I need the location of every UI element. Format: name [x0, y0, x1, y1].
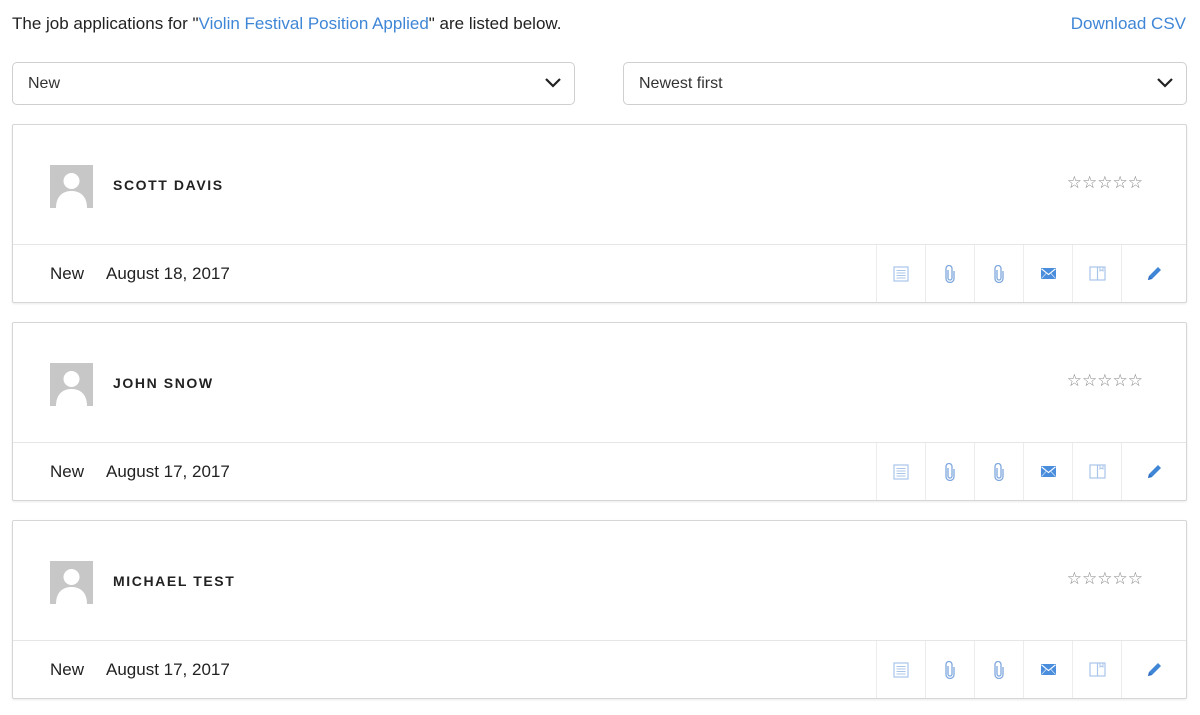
pencil-icon — [1147, 663, 1161, 676]
application-status: New — [50, 660, 85, 679]
intro-text: The job applications for "Violin Festiva… — [12, 14, 561, 34]
notes-button[interactable] — [1072, 245, 1121, 302]
application-date: August 17, 2017 — [106, 462, 230, 481]
position-link[interactable]: Violin Festival Position Applied — [199, 14, 429, 33]
pencil-icon — [1147, 267, 1161, 280]
application-status: New — [50, 462, 85, 481]
application-date: August 17, 2017 — [106, 660, 230, 679]
attachment-2-button[interactable] — [974, 245, 1023, 302]
action-bar — [876, 245, 1186, 302]
edit-application-button[interactable] — [1121, 245, 1186, 302]
email-applicant-button[interactable] — [1023, 443, 1072, 500]
user-silhouette-icon — [56, 173, 87, 208]
star-rating[interactable]: ☆☆☆☆☆ — [1067, 371, 1143, 391]
pencil-icon — [1147, 465, 1161, 478]
status-filter-value: New — [28, 75, 61, 92]
action-bar — [876, 443, 1186, 500]
star-rating[interactable]: ☆☆☆☆☆ — [1067, 173, 1143, 193]
view-application-button[interactable] — [876, 641, 925, 698]
avatar — [50, 165, 93, 208]
chevron-down-icon — [1157, 78, 1173, 88]
application-card: SCOTT DAVIS ☆☆☆☆☆ New August 18, 2017 — [12, 124, 1187, 303]
application-card-header: MICHAEL TEST ☆☆☆☆☆ — [13, 521, 1186, 641]
notes-button[interactable] — [1072, 443, 1121, 500]
intro-prefix: The job applications for " — [12, 14, 199, 33]
book-icon — [1088, 266, 1106, 281]
star-rating[interactable]: ☆☆☆☆☆ — [1067, 569, 1143, 589]
view-application-button[interactable] — [876, 443, 925, 500]
email-applicant-button[interactable] — [1023, 245, 1072, 302]
intro-suffix: " are listed below. — [428, 14, 562, 33]
download-csv-link[interactable]: Download CSV — [1071, 14, 1186, 34]
paperclip-icon — [994, 660, 1004, 679]
attachment-1-button[interactable] — [925, 443, 974, 500]
list-icon — [893, 661, 909, 678]
book-icon — [1088, 464, 1106, 479]
edit-application-button[interactable] — [1121, 641, 1186, 698]
sort-order-select[interactable]: Newest first — [623, 62, 1187, 105]
attachment-1-button[interactable] — [925, 245, 974, 302]
avatar — [50, 561, 93, 604]
envelope-icon — [1040, 268, 1056, 279]
attachment-2-button[interactable] — [974, 641, 1023, 698]
sort-order-value: Newest first — [639, 75, 723, 92]
view-application-button[interactable] — [876, 245, 925, 302]
list-icon — [893, 265, 909, 282]
application-card-header: SCOTT DAVIS ☆☆☆☆☆ — [13, 125, 1186, 245]
application-card-footer: New August 17, 2017 — [13, 443, 1186, 500]
book-icon — [1088, 662, 1106, 677]
paperclip-icon — [994, 462, 1004, 481]
paperclip-icon — [945, 462, 955, 481]
paperclip-icon — [945, 660, 955, 679]
application-card: MICHAEL TEST ☆☆☆☆☆ New August 17, 2017 — [12, 520, 1187, 699]
status-filter-select[interactable]: New — [12, 62, 575, 105]
user-silhouette-icon — [56, 569, 87, 604]
attachment-1-button[interactable] — [925, 641, 974, 698]
application-status: New — [50, 264, 85, 283]
action-bar — [876, 641, 1186, 698]
attachment-2-button[interactable] — [974, 443, 1023, 500]
chevron-down-icon — [545, 78, 561, 88]
paperclip-icon — [945, 264, 955, 283]
user-silhouette-icon — [56, 371, 87, 406]
edit-application-button[interactable] — [1121, 443, 1186, 500]
email-applicant-button[interactable] — [1023, 641, 1072, 698]
applicant-name[interactable]: SCOTT DAVIS — [113, 177, 224, 193]
application-card-header: JOHN SNOW ☆☆☆☆☆ — [13, 323, 1186, 443]
application-date: August 18, 2017 — [106, 264, 230, 283]
list-icon — [893, 463, 909, 480]
applicant-name[interactable]: MICHAEL TEST — [113, 573, 235, 589]
applicant-name[interactable]: JOHN SNOW — [113, 375, 214, 391]
application-card-footer: New August 17, 2017 — [13, 641, 1186, 698]
paperclip-icon — [994, 264, 1004, 283]
envelope-icon — [1040, 664, 1056, 675]
application-card: JOHN SNOW ☆☆☆☆☆ New August 17, 2017 — [12, 322, 1187, 501]
application-card-footer: New August 18, 2017 — [13, 245, 1186, 302]
envelope-icon — [1040, 466, 1056, 477]
avatar — [50, 363, 93, 406]
notes-button[interactable] — [1072, 641, 1121, 698]
